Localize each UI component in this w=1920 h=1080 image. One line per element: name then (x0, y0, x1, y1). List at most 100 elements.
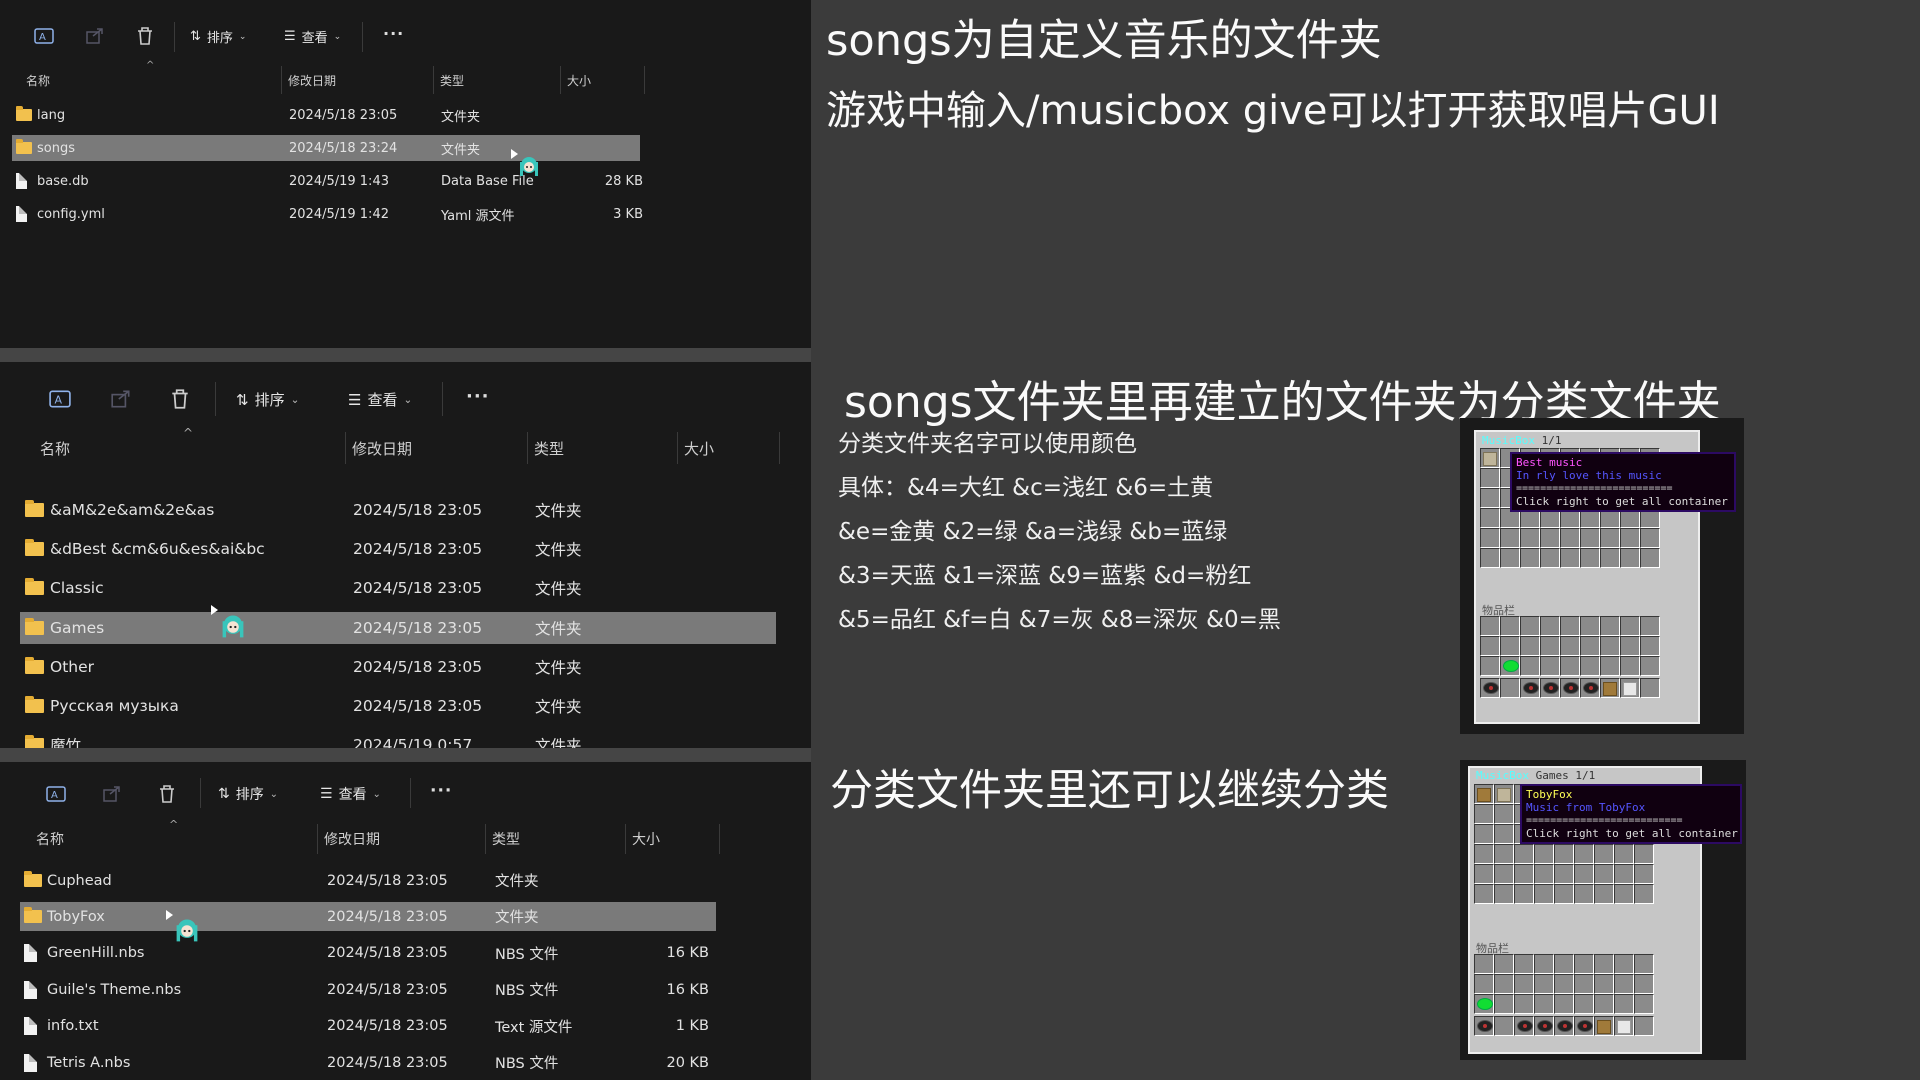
col-date[interactable]: 修改日期 (346, 432, 528, 464)
chest-slot[interactable] (1634, 884, 1654, 904)
inventory-slot[interactable] (1634, 954, 1654, 974)
folder-row[interactable]: Games 2024/5/18 23:05 文件夹 (20, 611, 776, 644)
chest-slot[interactable] (1540, 528, 1560, 548)
hotbar-slot[interactable] (1594, 1016, 1614, 1036)
inventory-slot[interactable] (1634, 994, 1654, 1014)
folder-row[interactable]: TobyFox 2024/5/18 23:05 文件夹 (20, 902, 716, 932)
inventory-slot[interactable] (1480, 636, 1500, 656)
hotbar-slot[interactable] (1574, 1016, 1594, 1036)
inventory-slot[interactable] (1620, 636, 1640, 656)
chest-slot[interactable] (1494, 844, 1514, 864)
col-date[interactable]: 修改日期 (282, 66, 434, 94)
inventory-slot[interactable] (1594, 974, 1614, 994)
chest-slot[interactable] (1500, 528, 1520, 548)
inventory-slot[interactable] (1574, 974, 1594, 994)
chest-slot[interactable] (1640, 548, 1660, 568)
chest-slot[interactable] (1534, 844, 1554, 864)
hotbar-slot[interactable] (1514, 1016, 1534, 1036)
chest-slot[interactable] (1574, 884, 1594, 904)
inventory-slot[interactable] (1640, 636, 1660, 656)
chest-slot[interactable] (1474, 864, 1494, 884)
hotbar-slot[interactable] (1534, 1016, 1554, 1036)
chest-slot[interactable] (1594, 884, 1614, 904)
inventory-slot[interactable] (1520, 656, 1540, 676)
inventory-slot[interactable] (1534, 974, 1554, 994)
inventory-slot[interactable] (1494, 974, 1514, 994)
sort-button[interactable]: ⇅ 排序 ⌄ (236, 389, 299, 410)
inventory-slot[interactable] (1560, 616, 1580, 636)
chest-slot[interactable] (1474, 784, 1494, 804)
inventory-slot[interactable] (1534, 994, 1554, 1014)
sort-button[interactable]: ⇅ 排序 ⌄ (190, 27, 247, 46)
col-name[interactable]: 名称 (20, 66, 282, 94)
hotbar-slot[interactable] (1494, 1016, 1514, 1036)
hotbar-slot[interactable] (1620, 678, 1640, 698)
chest-slot[interactable] (1514, 884, 1534, 904)
col-type[interactable]: 类型 (434, 66, 561, 94)
inventory-slot[interactable] (1600, 636, 1620, 656)
inventory-slot[interactable] (1594, 954, 1614, 974)
chest-slot[interactable] (1594, 864, 1614, 884)
inventory-slot[interactable] (1600, 616, 1620, 636)
inventory-slot[interactable] (1474, 974, 1494, 994)
hotbar-slot[interactable] (1600, 678, 1620, 698)
hotbar-slot[interactable] (1554, 1016, 1574, 1036)
file-row[interactable]: Tetris A.nbs 2024/5/18 23:05 NBS 文件 20 KB (20, 1048, 716, 1077)
inventory-slot[interactable] (1514, 954, 1534, 974)
folder-row[interactable]: Classic 2024/5/18 23:05 文件夹 (20, 572, 776, 604)
chest-slot[interactable] (1554, 864, 1574, 884)
chest-slot[interactable] (1494, 824, 1514, 844)
inventory-slot[interactable] (1640, 656, 1660, 676)
chest-slot[interactable] (1534, 864, 1554, 884)
chest-slot[interactable] (1614, 884, 1634, 904)
inventory-slot[interactable] (1474, 994, 1494, 1014)
inventory-slot[interactable] (1640, 616, 1660, 636)
inventory-slot[interactable] (1620, 616, 1640, 636)
inventory-slot[interactable] (1540, 616, 1560, 636)
chest-slot[interactable] (1574, 844, 1594, 864)
chest-slot[interactable] (1480, 488, 1500, 508)
chest-slot[interactable] (1574, 864, 1594, 884)
inventory-slot[interactable] (1560, 656, 1580, 676)
delete-icon[interactable] (136, 26, 154, 46)
chest-slot[interactable] (1554, 884, 1574, 904)
chest-slot[interactable] (1560, 548, 1580, 568)
inventory-slot[interactable] (1554, 954, 1574, 974)
chest-slot[interactable] (1500, 548, 1520, 568)
inventory-slot[interactable] (1554, 974, 1574, 994)
inventory-slot[interactable] (1474, 954, 1494, 974)
col-size[interactable]: 大小 (561, 66, 645, 94)
chest-slot[interactable] (1474, 804, 1494, 824)
inventory-slot[interactable] (1574, 994, 1594, 1014)
sort-button[interactable]: ⇅ 排序 ⌄ (218, 784, 278, 804)
chest-slot[interactable] (1600, 548, 1620, 568)
col-size[interactable]: 大小 (678, 432, 780, 464)
inventory-slot[interactable] (1534, 954, 1554, 974)
hotbar-slot[interactable] (1500, 678, 1520, 698)
more-icon[interactable]: ··· (430, 781, 452, 801)
more-icon[interactable]: ··· (466, 386, 490, 407)
file-row[interactable]: info.txt 2024/5/18 23:05 Text 源文件 1 KB (20, 1012, 716, 1041)
inventory-slot[interactable] (1620, 656, 1640, 676)
folder-row[interactable]: Русская музыка 2024/5/18 23:05 文件夹 (20, 690, 776, 722)
chest-slot[interactable] (1594, 844, 1614, 864)
hotbar-slot[interactable] (1634, 1016, 1654, 1036)
chest-slot[interactable] (1480, 448, 1500, 468)
file-row[interactable]: Guile's Theme.nbs 2024/5/18 23:05 NBS 文件 16… (20, 975, 716, 1004)
rename-icon[interactable]: A (34, 26, 54, 46)
chest-slot[interactable] (1614, 844, 1634, 864)
folder-row[interactable]: Other 2024/5/18 23:05 文件夹 (20, 651, 776, 683)
chest-slot[interactable] (1474, 884, 1494, 904)
inventory-slot[interactable] (1614, 974, 1634, 994)
folder-row[interactable]: &aM&2e&am&2e&as 2024/5/18 23:05 文件夹 (20, 494, 776, 526)
inventory-slot[interactable] (1500, 656, 1520, 676)
chest-slot[interactable] (1474, 824, 1494, 844)
hotbar-slot[interactable] (1540, 678, 1560, 698)
inventory-slot[interactable] (1500, 616, 1520, 636)
delete-icon[interactable] (170, 388, 190, 410)
inventory-slot[interactable] (1480, 656, 1500, 676)
chest-slot[interactable] (1494, 784, 1514, 804)
inventory-slot[interactable] (1634, 974, 1654, 994)
chest-slot[interactable] (1494, 884, 1514, 904)
folder-row[interactable]: Cuphead 2024/5/18 23:05 文件夹 (20, 866, 716, 895)
